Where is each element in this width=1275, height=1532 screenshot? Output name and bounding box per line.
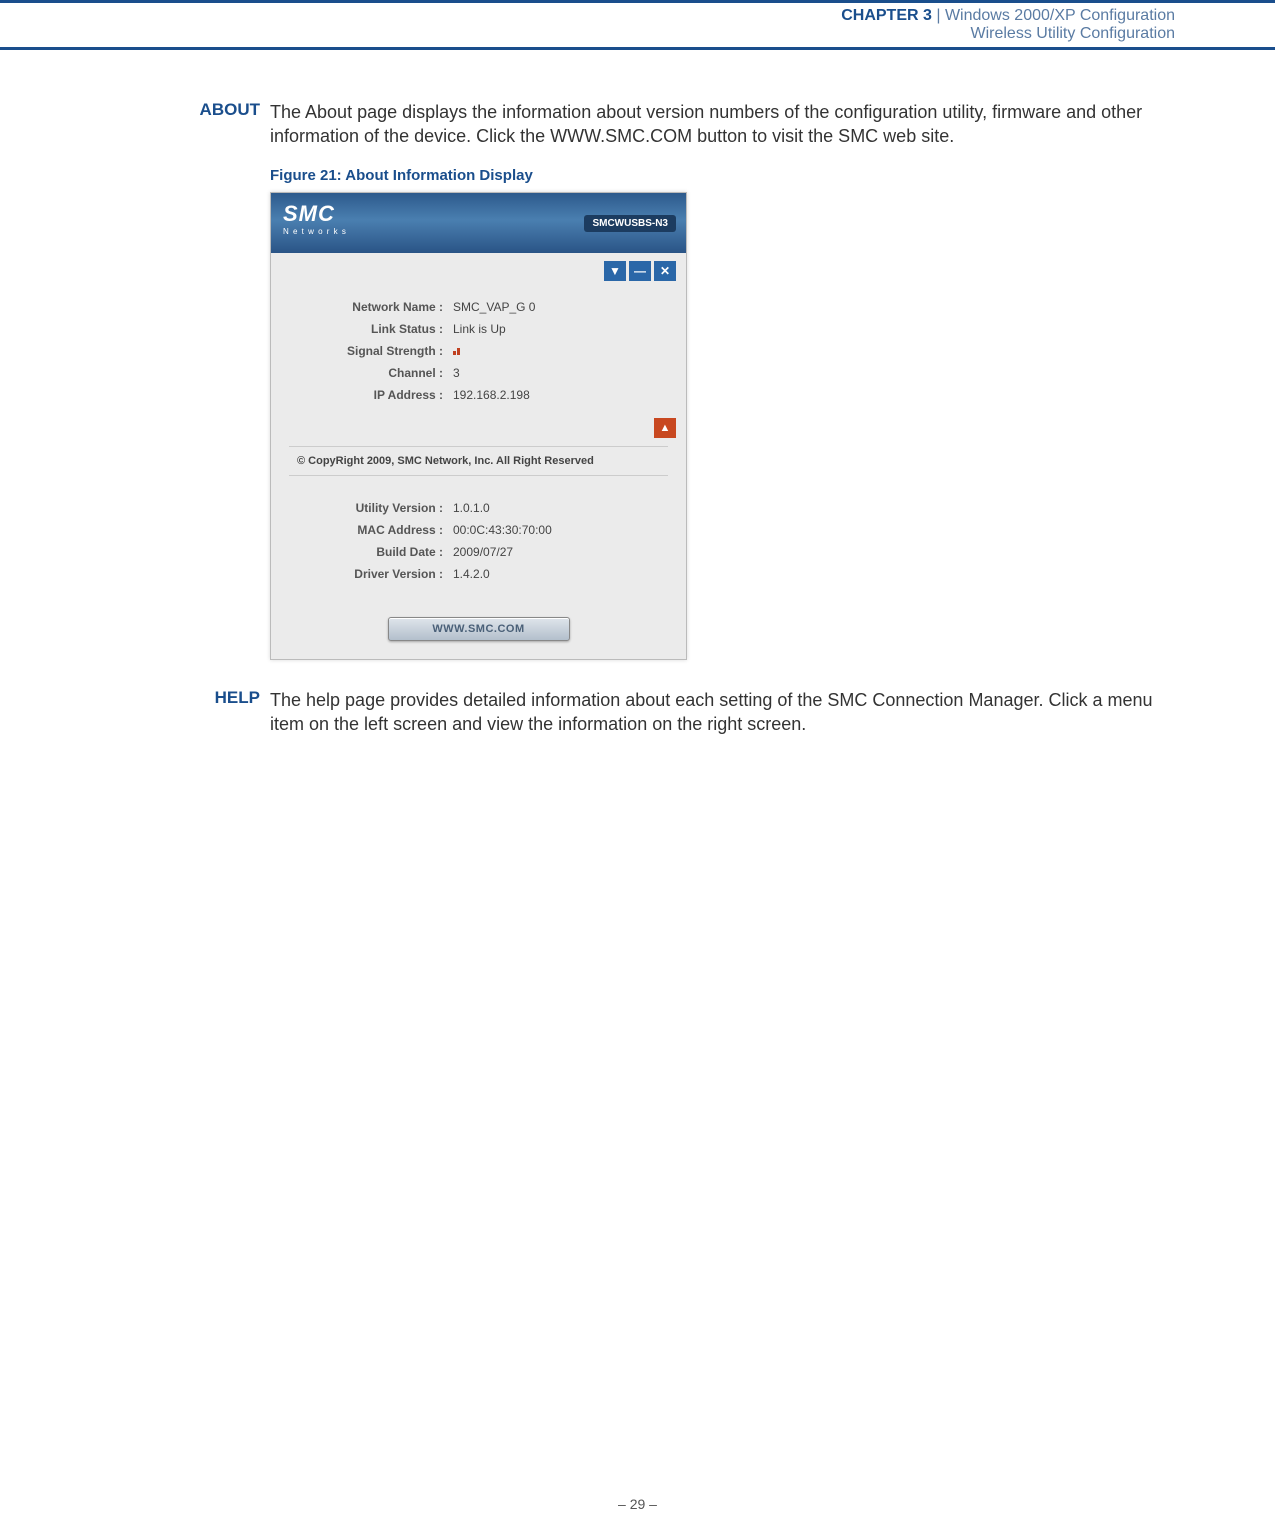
label-network-name: Network Name : [293,300,453,314]
value-network-name: SMC_VAP_G 0 [453,300,535,314]
close-icon[interactable]: ✕ [654,261,676,281]
label-mac-address: MAC Address : [293,523,453,537]
value-build-date: 2009/07/27 [453,545,513,559]
app-header-bar: SMC N e t w o r k s SMCWUSBS-N3 [271,193,686,253]
status-info-block: Network Name : SMC_VAP_G 0 Link Status :… [271,281,686,416]
value-channel: 3 [453,366,460,380]
chapter-label: CHAPTER 3 [841,7,932,24]
label-signal-strength: Signal Strength : [293,344,453,358]
signal-bars-icon [453,348,460,355]
help-heading: HELP [100,688,270,737]
value-utility-version: 1.0.1.0 [453,501,490,515]
value-driver-version: 1.4.2.0 [453,567,490,581]
collapse-up-icon[interactable]: ▲ [654,418,676,438]
row-channel: Channel : 3 [293,362,664,384]
row-network-name: Network Name : SMC_VAP_G 0 [293,296,664,318]
about-body-text: The About page displays the information … [270,100,1175,149]
value-mac-address: 00:0C:43:30:70:00 [453,523,552,537]
label-link-status: Link Status : [293,322,453,336]
copyright-text: © CopyRight 2009, SMC Network, Inc. All … [289,446,668,476]
label-ip-address: IP Address : [293,388,453,402]
window-controls: ▼ — ✕ [271,253,686,281]
value-ip-address: 192.168.2.198 [453,388,530,402]
smc-logo: SMC N e t w o r k s [283,201,347,236]
value-link-status: Link is Up [453,322,506,336]
logo-subtext: N e t w o r k s [283,227,347,236]
page-header: CHAPTER 3 | Windows 2000/XP Configuratio… [0,0,1275,50]
row-mac-address: MAC Address : 00:0C:43:30:70:00 [293,519,664,541]
section-title: Wireless Utility Configuration [970,25,1175,42]
www-smc-com-button[interactable]: WWW.SMC.COM [388,617,570,641]
version-info-block: Utility Version : 1.0.1.0 MAC Address : … [271,482,686,595]
label-channel: Channel : [293,366,453,380]
help-body-text: The help page provides detailed informat… [270,688,1175,737]
header-separator: | [932,7,945,24]
value-signal-strength [453,344,460,358]
row-utility-version: Utility Version : 1.0.1.0 [293,497,664,519]
about-dialog-screenshot: SMC N e t w o r k s SMCWUSBS-N3 ▼ — ✕ Ne… [270,192,687,660]
about-heading: ABOUT [100,100,270,149]
label-driver-version: Driver Version : [293,567,453,581]
logo-text: SMC [283,201,347,227]
dropdown-icon[interactable]: ▼ [604,261,626,281]
row-ip-address: IP Address : 192.168.2.198 [293,384,664,406]
row-build-date: Build Date : 2009/07/27 [293,541,664,563]
minimize-icon[interactable]: — [629,261,651,281]
model-badge: SMCWUSBS-N3 [584,215,676,232]
row-signal-strength: Signal Strength : [293,340,664,362]
figure-caption: Figure 21: About Information Display [270,167,1175,184]
label-utility-version: Utility Version : [293,501,453,515]
label-build-date: Build Date : [293,545,453,559]
page-number: – 29 – [0,1496,1275,1512]
chapter-title: Windows 2000/XP Configuration [945,7,1175,24]
row-link-status: Link Status : Link is Up [293,318,664,340]
row-driver-version: Driver Version : 1.4.2.0 [293,563,664,585]
